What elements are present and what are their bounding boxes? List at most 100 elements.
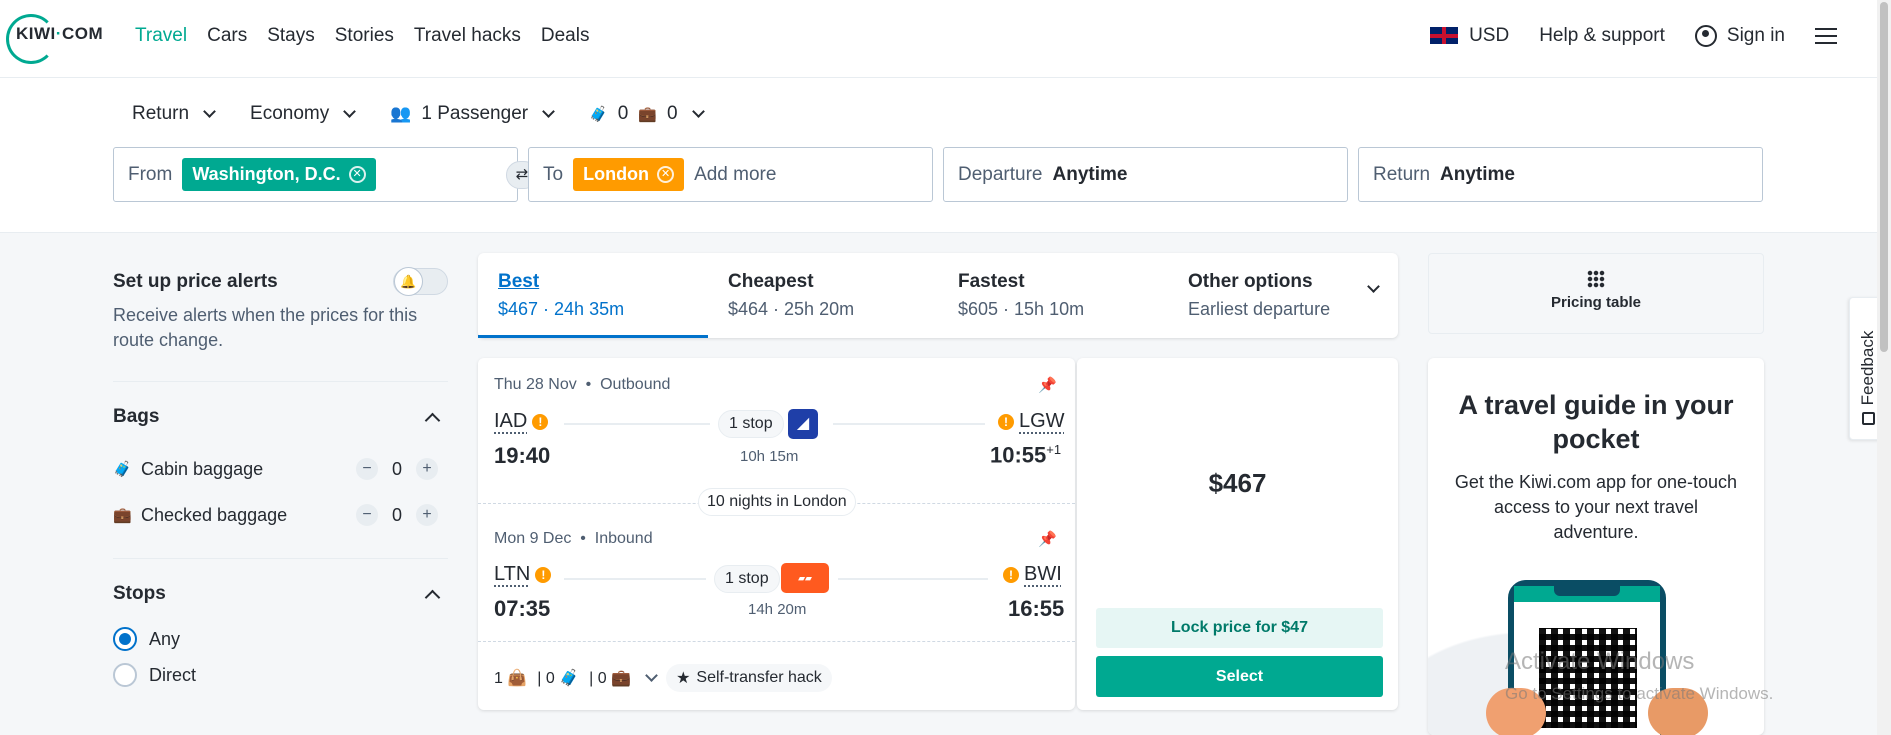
scrollbar-thumb[interactable] (1880, 2, 1888, 352)
lock-price-button[interactable]: Lock price for $47 (1096, 608, 1383, 648)
to-field[interactable]: To London ✕ Add more (528, 147, 933, 202)
cabin-class-select[interactable]: Economy (250, 103, 357, 125)
return-field[interactable]: Return Anytime (1358, 147, 1763, 202)
add-more-placeholder: Add more (694, 163, 777, 185)
checked-baggage-row: 💼 Checked baggage − 0 + (113, 504, 448, 526)
route-line (833, 423, 985, 425)
inbound-arrival-time: 16:55 (1008, 596, 1065, 621)
to-chip[interactable]: London ✕ (573, 158, 685, 191)
warning-icon: ! (532, 413, 549, 430)
itinerary-price: $467 (1208, 468, 1267, 498)
warning-icon: ! (1003, 566, 1019, 583)
inbound-header: Mon 9 Dec • Inbound (494, 530, 653, 547)
divider (113, 558, 448, 559)
radio-unselected[interactable] (113, 663, 137, 687)
tab-cheapest[interactable]: Cheapest $464 · 25h 20m (708, 253, 938, 338)
chevron-down-icon[interactable] (645, 669, 658, 682)
stops-filter-header[interactable]: Stops (113, 583, 448, 605)
self-transfer-hack-badge[interactable]: ★ Self-transfer hack (666, 664, 832, 692)
itinerary-footer: 1 👜 | 0 🧳 | 0 💼 ★ Self-transfer hack (494, 664, 832, 692)
divider (113, 381, 448, 382)
inbound-origin: LTN! (494, 563, 556, 586)
nav-travel[interactable]: Travel (135, 25, 187, 47)
inbound-departure-time: 07:35 (494, 596, 551, 621)
inbound-destination: ! BWI (998, 563, 1062, 586)
radio-selected[interactable] (113, 627, 137, 651)
tab-best[interactable]: Best $467 · 24h 35m (478, 253, 708, 338)
windows-watermark-title: Activate Windows (1505, 648, 1695, 675)
feedback-icon (1862, 412, 1875, 425)
personal-item-count: 1 👜 (494, 670, 528, 687)
price-alerts-toggle[interactable]: 🔔 (393, 267, 448, 296)
price-panel: $467 Lock price for $47 Select (1077, 358, 1398, 710)
remove-chip-icon[interactable]: ✕ (348, 166, 366, 183)
chevron-down-icon (343, 105, 357, 118)
outbound-departure-time: 19:40 (494, 443, 551, 468)
passengers-icon: 👥 (390, 104, 412, 123)
qr-code-icon (1539, 628, 1637, 728)
cabin-bag-icon: 🧳 (589, 106, 608, 123)
from-chip[interactable]: Washington, D.C. ✕ (182, 158, 376, 191)
windows-watermark-text: Go to Settings to activate Windows. (1505, 684, 1774, 703)
outbound-arrival-time: 10:55+1 (990, 442, 1062, 468)
top-navigation-bar: KIWI·COM Travel Cars Stays Stories Trave… (0, 0, 1891, 78)
pin-icon[interactable]: 📌 (1038, 376, 1057, 394)
bell-icon: 🔔 (394, 267, 423, 296)
inbound-stops: 1 stop (714, 565, 780, 593)
promo-text: Get the Kiwi.com app for one-touch acces… (1454, 472, 1738, 542)
price-alerts-description: Receive alerts when the prices for this … (113, 305, 418, 350)
warning-icon: ! (535, 566, 552, 583)
departure-field[interactable]: Departure Anytime (943, 147, 1348, 202)
price-alerts-title: Set up price alerts (113, 270, 278, 292)
leg-separator (478, 641, 1075, 642)
sign-in-button[interactable]: Sign in (1694, 25, 1785, 47)
bags-select[interactable]: 🧳 0 💼 0 (589, 103, 705, 125)
chevron-down-icon (542, 105, 555, 118)
select-button[interactable]: Select (1096, 656, 1383, 697)
cabin-bag-count: | 0 🧳 (537, 670, 580, 687)
airline-logo-icon: ▰▰ (781, 563, 829, 593)
itinerary-card[interactable]: Thu 28 Nov • Outbound 📌 IAD! 19:40 1 sto… (478, 358, 1075, 710)
nav-travel-hacks[interactable]: Travel hacks (414, 25, 521, 47)
stops-option-direct[interactable]: Direct (113, 663, 448, 687)
outbound-stops: 1 stop (718, 410, 784, 438)
decrease-button[interactable]: − (355, 504, 378, 526)
cabin-bag-icon: 🧳 (113, 461, 132, 478)
stops-option-any[interactable]: Any (113, 627, 448, 651)
nav-stories[interactable]: Stories (335, 25, 394, 47)
checked-bag-icon: 💼 (113, 507, 132, 524)
tab-other-options[interactable]: Other options Earliest departure (1168, 253, 1398, 338)
trip-type-select[interactable]: Return (132, 103, 216, 125)
route-line (838, 578, 988, 580)
remove-chip-icon[interactable]: ✕ (657, 166, 675, 183)
pin-icon[interactable]: 📌 (1038, 530, 1057, 548)
hamburger-menu-icon[interactable] (1815, 28, 1837, 44)
kiwi-logo[interactable]: KIWI·COM (6, 14, 103, 64)
uk-flag-icon (1429, 26, 1460, 46)
route-line (564, 578, 706, 580)
chevron-up-icon (424, 589, 441, 605)
outbound-destination: ! LGW (993, 410, 1065, 433)
main-nav: Travel Cars Stays Stories Travel hacks D… (135, 25, 589, 47)
pricing-table-button[interactable]: Pricing table (1428, 253, 1764, 334)
outbound-duration: 10h 15m (740, 448, 799, 465)
nav-stays[interactable]: Stays (267, 25, 315, 47)
nav-cars[interactable]: Cars (207, 25, 247, 47)
increase-button[interactable]: + (416, 504, 438, 526)
nav-deals[interactable]: Deals (541, 25, 590, 47)
checked-bag-count: | 0 💼 (589, 670, 632, 687)
airline-logo-icon: ◢ (788, 409, 818, 439)
bags-filter-header[interactable]: Bags (113, 406, 448, 428)
page-scrollbar[interactable] (1877, 0, 1891, 735)
help-support-link[interactable]: Help & support (1539, 25, 1665, 47)
passengers-select[interactable]: 👥 1 Passenger (390, 103, 555, 125)
decrease-button[interactable]: − (355, 458, 378, 480)
from-field[interactable]: From Washington, D.C. ✕ (113, 147, 518, 202)
tab-fastest[interactable]: Fastest $605 · 15h 10m (938, 253, 1168, 338)
logo-text: KIWI·COM (16, 24, 104, 43)
currency-selector[interactable]: USD (1429, 25, 1509, 47)
cabin-baggage-row: 🧳 Cabin baggage − 0 + (113, 458, 448, 480)
search-options: Return Economy 👥 1 Passenger 🧳 0 💼 0 (132, 103, 705, 125)
increase-button[interactable]: + (416, 458, 438, 480)
app-promo-card[interactable]: A travel guide in your pocket Get the Ki… (1428, 358, 1764, 735)
